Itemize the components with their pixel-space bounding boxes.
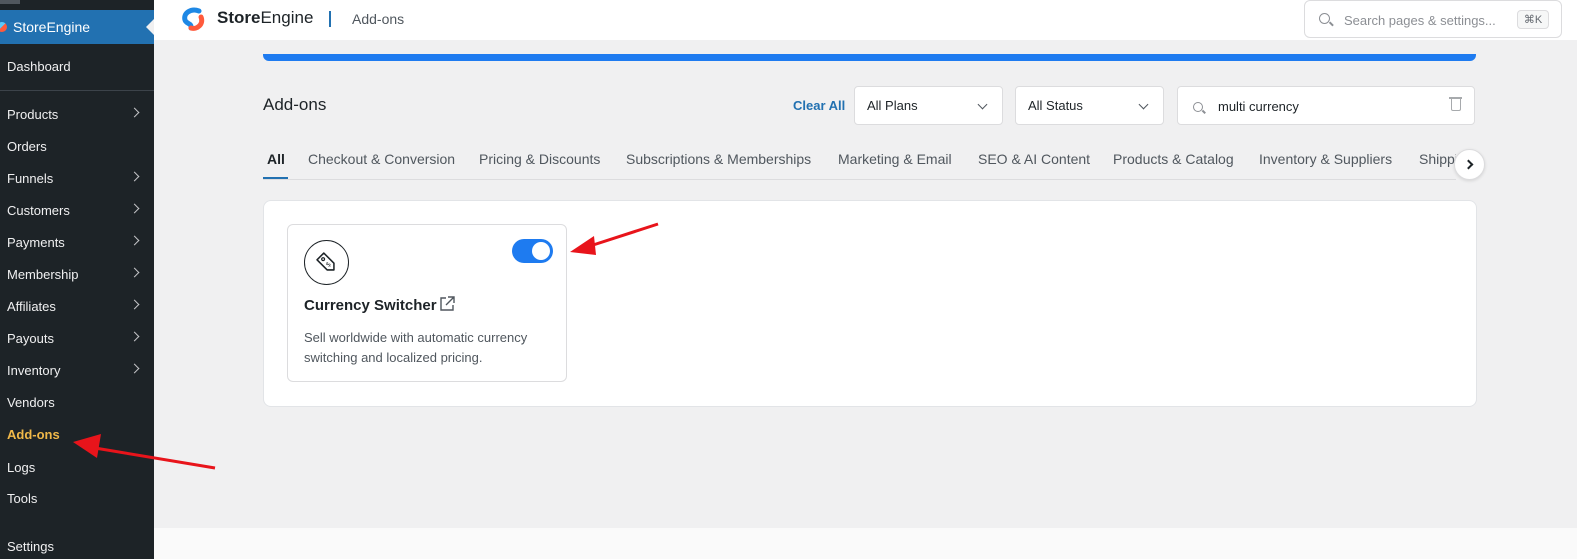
chevron-right-icon (129, 203, 140, 214)
status-filter-value: All Status (1028, 98, 1083, 113)
sidebar-item-label: Customers (7, 202, 70, 218)
price-tag-icon: $ (304, 240, 349, 285)
plan-filter-value: All Plans (867, 98, 918, 113)
sidebar-item-inventory[interactable]: Inventory (0, 354, 154, 386)
global-search-input[interactable]: Search pages & settings... ⌘K (1304, 0, 1562, 38)
clear-all-button[interactable]: Clear All (793, 98, 845, 113)
tab-all[interactable]: All (267, 151, 285, 167)
sidebar-separator (0, 90, 154, 91)
admin-sidebar: StoreEngine Dashboard Products Orders Fu… (0, 0, 154, 559)
addon-title: Currency Switcher (304, 297, 437, 314)
search-icon (1319, 13, 1330, 24)
app-header: StoreEngine Add-ons Search pages & setti… (154, 0, 1577, 40)
plan-filter-select[interactable]: All Plans (854, 86, 1003, 125)
status-filter-select[interactable]: All Status (1015, 86, 1164, 125)
addon-enable-toggle[interactable] (512, 239, 553, 263)
sidebar-item-label: Affiliates (7, 298, 56, 314)
header-brand: StoreEngine (217, 8, 314, 27)
sidebar-item-vendors[interactable]: Vendors (0, 386, 154, 418)
sidebar-item-tools[interactable]: Tools (0, 482, 154, 514)
trash-icon[interactable] (1449, 97, 1462, 111)
sidebar-item-label: Orders (7, 138, 47, 154)
chevron-right-icon (129, 107, 140, 118)
category-tabs: All Checkout & Conversion Pricing & Disc… (263, 140, 1456, 180)
promo-banner (263, 54, 1476, 61)
addon-search-value: multi currency (1218, 99, 1299, 114)
chevron-right-icon (129, 171, 140, 182)
header-divider (329, 11, 331, 27)
tabs-scroll-right-button[interactable] (1454, 149, 1485, 180)
tab-subscriptions-memberships[interactable]: Subscriptions & Memberships (626, 151, 811, 167)
chevron-right-icon (1463, 159, 1474, 170)
search-icon (1193, 102, 1203, 112)
sidebar-item-storeengine[interactable]: StoreEngine (0, 10, 154, 44)
sidebar-item-label: Products (7, 106, 59, 122)
sidebar-item-label: Logs (7, 459, 36, 475)
chevron-right-icon (129, 363, 140, 374)
storeengine-logo-icon (0, 22, 7, 32)
external-link-icon[interactable] (438, 295, 456, 313)
sidebar-item-settings[interactable]: Settings (0, 530, 154, 559)
sidebar-item-orders[interactable]: Orders (0, 130, 154, 162)
sidebar-item-label: Payments (7, 234, 65, 250)
sidebar-top-stub (0, 0, 20, 4)
addon-description: Sell worldwide with automatic currency s… (304, 330, 528, 365)
sidebar-item-label: Dashboard (7, 58, 71, 74)
tab-pricing-discounts[interactable]: Pricing & Discounts (479, 151, 600, 167)
tab-checkout-conversion[interactable]: Checkout & Conversion (308, 151, 455, 167)
sidebar-item-label: Inventory (7, 362, 61, 378)
header-page-title: Add-ons (352, 11, 405, 27)
sidebar-item-label: Funnels (7, 170, 54, 186)
sidebar-item-label: Payouts (7, 330, 54, 346)
tab-shipping[interactable]: Shipping (1419, 151, 1456, 167)
addon-search-input[interactable]: multi currency (1177, 86, 1475, 125)
sidebar-item-label: Settings (7, 538, 54, 554)
sidebar-item-affiliates[interactable]: Affiliates (0, 290, 154, 322)
chevron-right-icon (129, 267, 140, 278)
footer-strip (154, 528, 1577, 559)
tab-products-catalog[interactable]: Products & Catalog (1113, 151, 1234, 167)
tab-inventory-suppliers[interactable]: Inventory & Suppliers (1259, 151, 1392, 167)
tab-marketing-email[interactable]: Marketing & Email (838, 151, 952, 167)
sidebar-item-logs[interactable]: Logs (0, 451, 154, 483)
addon-card: $ Currency Switcher Sell worldwide with … (287, 224, 567, 382)
sidebar-item-payments[interactable]: Payments (0, 226, 154, 258)
sidebar-item-dashboard[interactable]: Dashboard (0, 50, 154, 82)
sidebar-brand-label: StoreEngine (13, 19, 91, 35)
tab-seo-ai-content[interactable]: SEO & AI Content (978, 151, 1090, 167)
chevron-down-icon (977, 99, 988, 110)
global-search-placeholder: Search pages & settings... (1344, 13, 1496, 28)
chevron-right-icon (129, 331, 140, 342)
chevron-right-icon (129, 299, 140, 310)
sidebar-item-products[interactable]: Products (0, 98, 154, 130)
sidebar-item-label: Vendors (7, 394, 55, 410)
sidebar-item-customers[interactable]: Customers (0, 194, 154, 226)
sidebar-item-label: Membership (7, 266, 79, 282)
keyboard-shortcut-badge: ⌘K (1517, 10, 1549, 29)
chevron-down-icon (1138, 99, 1149, 110)
sidebar-item-add-ons[interactable]: Add-ons (0, 418, 154, 450)
storeengine-logo-icon (182, 7, 205, 31)
page-title: Add-ons (263, 95, 327, 114)
sidebar-item-label: Add-ons (7, 426, 60, 442)
active-tab-indicator (263, 177, 288, 179)
sidebar-item-payouts[interactable]: Payouts (0, 322, 154, 354)
chevron-right-icon (129, 235, 140, 246)
sidebar-item-membership[interactable]: Membership (0, 258, 154, 290)
sidebar-item-funnels[interactable]: Funnels (0, 162, 154, 194)
sidebar-item-label: Tools (7, 490, 38, 506)
